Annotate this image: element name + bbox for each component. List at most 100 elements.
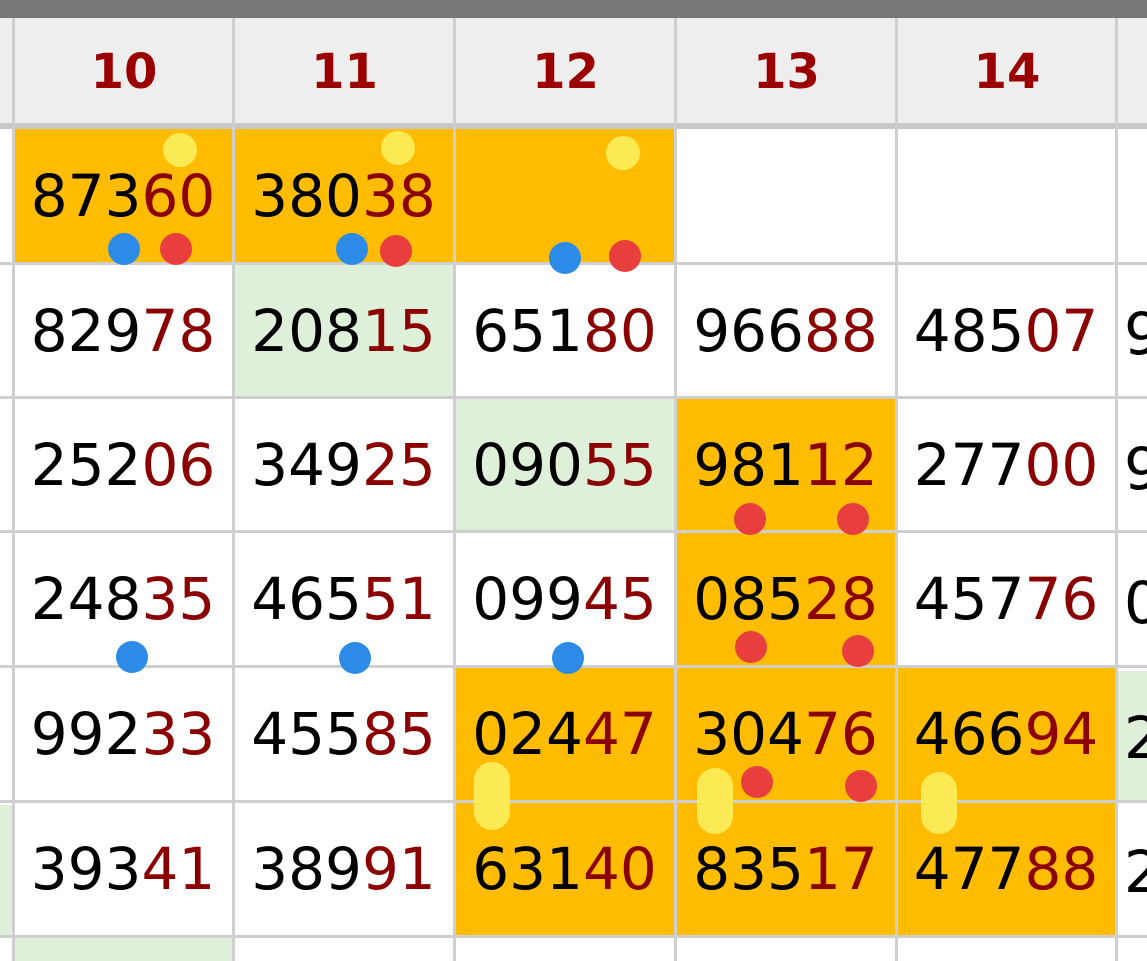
result-cell[interactable]: 277 00 [897, 399, 1115, 530]
result-suffix-digits: 91 [361, 835, 436, 903]
result-suffix-digits: 85 [361, 700, 436, 768]
red-marker-dot [741, 766, 773, 798]
result-prefix-digits: 651 [472, 296, 583, 365]
result-cell[interactable]: 992 33 [14, 668, 232, 800]
result-cell[interactable]: 966 88 [676, 265, 895, 396]
result-cell[interactable] [897, 129, 1115, 262]
result-prefix-digits: 835 [693, 835, 804, 903]
result-prefix-digits: 477 [913, 835, 1025, 903]
result-suffix-digits: 15 [361, 296, 436, 365]
grid-line [12, 18, 15, 961]
result-cell[interactable]: 252 06 [14, 399, 232, 530]
blue-marker-dot [116, 641, 148, 673]
result-suffix-digits: 17 [803, 835, 878, 903]
result-prefix-digits: 992 [30, 700, 142, 768]
result-prefix-digits: 466 [913, 700, 1025, 768]
partial-column-digit: 9 [1124, 300, 1147, 368]
result-suffix-digits: 40 [582, 835, 657, 903]
yellow-marker-dot [163, 133, 197, 167]
yellow-marker-stroke [474, 762, 510, 830]
result-cell[interactable] [676, 129, 895, 262]
result-suffix-digits: 55 [582, 430, 657, 499]
result-prefix-digits: 208 [251, 296, 362, 365]
top-scroll-bar [0, 0, 1147, 18]
result-suffix-digits: 07 [1024, 296, 1099, 365]
result-cell[interactable]: 090 55 [455, 399, 674, 530]
result-prefix-digits: 248 [30, 565, 142, 633]
result-suffix-digits: 35 [141, 565, 216, 633]
result-cell[interactable]: 455 85 [234, 668, 453, 800]
result-suffix-digits: 76 [1024, 565, 1099, 633]
column-header-10[interactable]: 10 [14, 18, 234, 125]
partial-column-digit: 2 [1124, 838, 1147, 906]
red-marker-dot [842, 635, 874, 667]
results-grid: 10 11 12 13 14 9 9 0 2 2 873 60 380 38 829 78… [0, 0, 1147, 961]
grid-line [895, 18, 898, 961]
result-prefix-digits: 085 [693, 565, 804, 633]
blue-marker-dot [108, 233, 140, 265]
result-suffix-digits: 47 [582, 700, 657, 768]
result-suffix-digits: 41 [141, 835, 216, 903]
result-suffix-digits: 45 [582, 565, 657, 633]
partial-column-digit: 9 [1124, 435, 1147, 503]
grid-line [232, 18, 235, 961]
result-prefix-digits: 465 [251, 565, 362, 633]
grid-line [0, 935, 1147, 938]
column-header-12[interactable]: 12 [455, 18, 676, 125]
grid-line [453, 18, 456, 961]
result-prefix-digits: 485 [913, 296, 1025, 365]
result-prefix-digits: 457 [913, 565, 1025, 633]
result-prefix-digits: 873 [30, 161, 142, 230]
result-cell[interactable]: 651 80 [455, 265, 674, 396]
result-suffix-digits: 12 [803, 430, 878, 499]
result-prefix-digits: 099 [472, 565, 583, 633]
result-suffix-digits: 25 [361, 430, 436, 499]
column-header-13[interactable]: 13 [676, 18, 897, 125]
blue-marker-dot [336, 233, 368, 265]
partial-column-digit: 0 [1124, 569, 1147, 637]
result-suffix-digits: 28 [803, 565, 878, 633]
partial-bottom-cell [14, 938, 234, 961]
result-prefix-digits: 829 [30, 296, 142, 365]
result-prefix-digits: 966 [693, 296, 804, 365]
result-prefix-digits: 349 [251, 430, 362, 499]
yellow-marker-dot [606, 136, 640, 170]
column-header-11[interactable]: 11 [234, 18, 455, 125]
result-cell[interactable]: 389 91 [234, 803, 453, 935]
red-marker-dot [380, 235, 412, 267]
result-cell[interactable]: 349 25 [234, 399, 453, 530]
red-marker-dot [609, 240, 641, 272]
result-cell[interactable]: 485 07 [897, 265, 1115, 396]
red-marker-dot [845, 770, 877, 802]
result-prefix-digits: 090 [472, 430, 583, 499]
column-header-14[interactable]: 14 [897, 18, 1117, 125]
result-suffix-digits: 38 [361, 161, 436, 230]
result-prefix-digits: 631 [472, 835, 583, 903]
result-prefix-digits: 277 [913, 430, 1025, 499]
grid-line [0, 800, 1147, 803]
result-cell[interactable]: 393 41 [14, 803, 232, 935]
red-marker-dot [160, 233, 192, 265]
result-suffix-digits: 88 [1024, 835, 1099, 903]
result-cell[interactable]: 208 15 [234, 265, 453, 396]
result-suffix-digits: 60 [141, 161, 216, 230]
blue-marker-dot [339, 642, 371, 674]
grid-line [0, 396, 1147, 399]
result-suffix-digits: 76 [803, 700, 878, 768]
result-prefix-digits: 981 [693, 430, 804, 499]
partial-left-cell [0, 805, 12, 935]
result-prefix-digits: 024 [472, 700, 583, 768]
result-suffix-digits: 80 [582, 296, 657, 365]
blue-marker-dot [552, 642, 584, 674]
partial-column-digit: 2 [1124, 704, 1147, 772]
result-suffix-digits: 51 [361, 565, 436, 633]
result-suffix-digits: 78 [141, 296, 216, 365]
result-cell[interactable]: 457 76 [897, 533, 1115, 665]
grid-line [1115, 18, 1118, 961]
result-prefix-digits: 380 [251, 161, 362, 230]
result-suffix-digits: 88 [803, 296, 878, 365]
result-prefix-digits: 393 [30, 835, 142, 903]
yellow-marker-dot [381, 131, 415, 165]
result-cell[interactable]: 829 78 [14, 265, 232, 396]
grid-line [0, 530, 1147, 533]
